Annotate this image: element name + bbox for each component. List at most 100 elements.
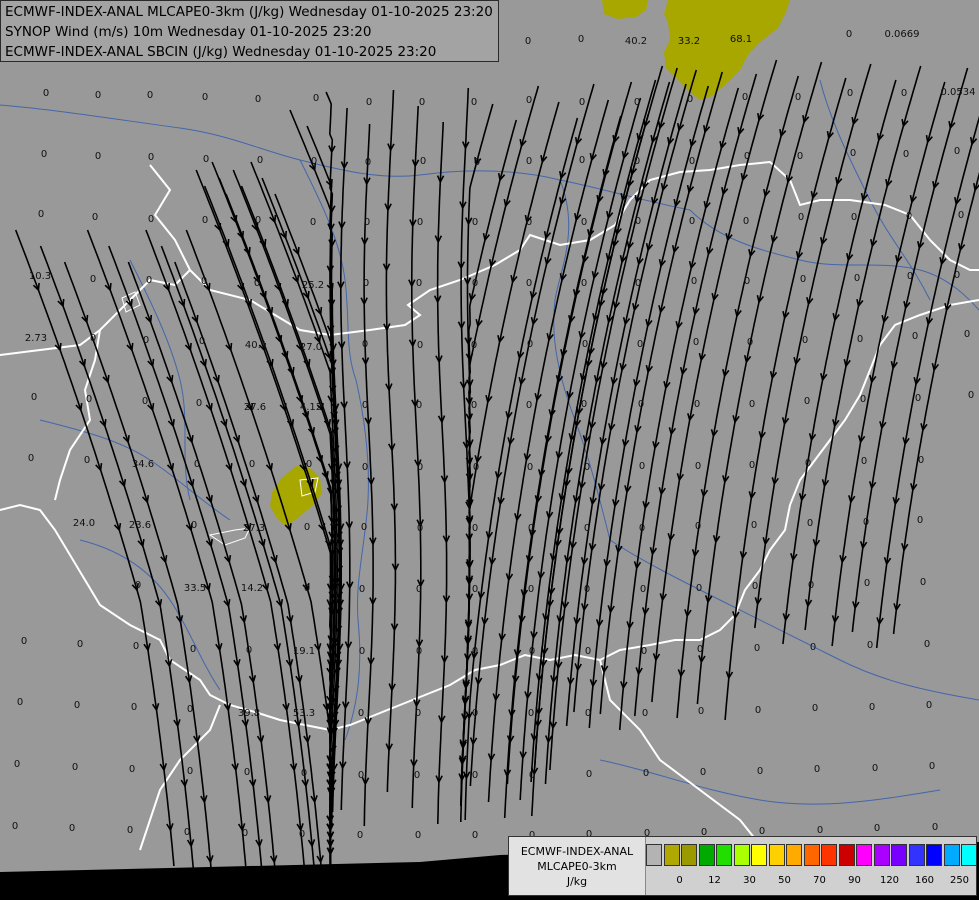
map-value-label: 0 [802, 335, 808, 346]
map-value-label: 0 [41, 149, 47, 160]
map-value-label: 0 [634, 97, 640, 108]
map-value-label: 0 [28, 453, 34, 464]
map-value-label: 0 [133, 641, 139, 652]
map-value-label: 33.5 [184, 583, 206, 594]
map-value-label: 0 [749, 399, 755, 410]
title-line-cape: ECMWF-INDEX-ANAL MLCAPE0-3km (J/kg) Wedn… [5, 4, 493, 20]
map-value-label: 0 [695, 521, 701, 532]
map-value-label: 0 [148, 152, 154, 163]
map-value-label: 0 [194, 459, 200, 470]
map-value-label: 0 [814, 764, 820, 775]
legend-swatch [646, 844, 662, 866]
legend-swatch [961, 844, 977, 866]
weather-map[interactable]: 40.2 33.2 68.1 0.0669 0.0534 25.2 40.1 27.0 27.6… [0, 0, 979, 900]
legend-swatch [873, 844, 890, 866]
map-value-label: 0 [642, 708, 648, 719]
map-value-label: 0 [187, 766, 193, 777]
map-value-label: 0 [526, 278, 532, 289]
map-value-label: 0 [808, 580, 814, 591]
map-value-label: 0 [804, 396, 810, 407]
map-value-label: 0 [638, 399, 644, 410]
map-value-label: 0 [471, 400, 477, 411]
map-value-label: 0 [17, 697, 23, 708]
map-value-label: 0 [143, 335, 149, 346]
map-value-label: 0 [924, 639, 930, 650]
map-value-label: 0 [751, 520, 757, 531]
map-value-label: 0 [199, 336, 205, 347]
map-value-label: 0 [586, 769, 592, 780]
map-value-label: 0 [906, 211, 912, 222]
legend-tick-label: 160 [914, 875, 935, 886]
map-value-label: 0 [860, 394, 866, 405]
legend-tick-label: 90 [848, 875, 861, 886]
map-value-label: 0 [525, 36, 531, 47]
map-value-label: 0 [304, 522, 310, 533]
legend-swatch [908, 844, 925, 866]
map-value-label: 0 [912, 331, 918, 342]
map-value-label: 0 [77, 639, 83, 650]
map-value-label: 0 [201, 276, 207, 287]
map-value-label: 0 [857, 334, 863, 345]
map-value-label: 27.6 [244, 402, 266, 413]
map-value-label: 0 [861, 456, 867, 467]
map-value-label: 53.3 [293, 708, 315, 719]
map-value-label: 27.3 [243, 523, 265, 534]
map-value-label: 0 [417, 340, 423, 351]
map-value-label: 0 [147, 90, 153, 101]
map-value-label: 0 [358, 770, 364, 781]
map-value-label: 0 [643, 768, 649, 779]
map-value-label: 2.73 [25, 333, 47, 344]
legend-swatch [821, 844, 837, 866]
map-value-label: 0 [255, 94, 261, 105]
map-value-label: 0 [21, 636, 27, 647]
map-value-label: 0 [581, 399, 587, 410]
legend-tick-label: 120 [879, 875, 900, 886]
map-value-label: 0 [357, 830, 363, 841]
map-value-label: 0 [579, 155, 585, 166]
map-value-label: 0 [854, 273, 860, 284]
map-value-label: 27.0 [300, 342, 322, 353]
map-value-label: 0 [584, 462, 590, 473]
map-value-label: 0 [362, 339, 368, 350]
title-box: ECMWF-INDEX-ANAL MLCAPE0-3km (J/kg) Wedn… [0, 0, 499, 62]
map-value-label: 0 [920, 577, 926, 588]
map-value-label: 0 [581, 278, 587, 289]
map-value-label: 0 [74, 700, 80, 711]
map-canvas: 40.2 33.2 68.1 0.0669 0.0534 25.2 40.1 27.0 27.6… [0, 0, 979, 900]
legend-tick-label: 30 [743, 875, 756, 886]
map-value-label: 0 [635, 216, 641, 227]
map-value-label: 0 [472, 584, 478, 595]
map-value-label: 0 [805, 458, 811, 469]
map-value-label: 0 [246, 645, 252, 656]
legend-swatch [681, 844, 697, 866]
map-value-label: 0 [244, 767, 250, 778]
map-value-label: 0 [420, 156, 426, 167]
map-value-label: 0 [754, 643, 760, 654]
map-value-label: 0 [698, 706, 704, 717]
map-value-label: 0 [364, 217, 370, 228]
map-value-label: 0 [142, 396, 148, 407]
legend-color-bar [646, 844, 979, 866]
map-value-label: 0 [362, 400, 368, 411]
legend-swatch [786, 844, 802, 866]
map-value-label: 0 [191, 520, 197, 531]
map-value-label: 0 [747, 337, 753, 348]
map-value-label: 0 [359, 584, 365, 595]
map-value-label: 0 [202, 215, 208, 226]
map-value-label: 0.0669 [885, 29, 920, 40]
map-value-label: 0 [635, 278, 641, 289]
map-value-label: 0 [196, 398, 202, 409]
map-value-label: 0 [744, 151, 750, 162]
map-value-label: 0 [14, 759, 20, 770]
map-value-label: 0 [964, 329, 970, 340]
map-value-label: 0 [634, 156, 640, 167]
map-value-label: 0 [306, 459, 312, 470]
color-legend: ECMWF-INDEX-ANAL MLCAPE0-3km J/kg 0 12 30 5… [508, 836, 979, 896]
map-value-label: 0 [864, 578, 870, 589]
map-value-label: 0 [38, 209, 44, 220]
map-value-label: 0 [798, 212, 804, 223]
map-value-label: 0 [311, 156, 317, 167]
map-value-label: 0 [69, 823, 75, 834]
map-value-label: 0 [146, 275, 152, 286]
map-value-label: 0 [689, 216, 695, 227]
